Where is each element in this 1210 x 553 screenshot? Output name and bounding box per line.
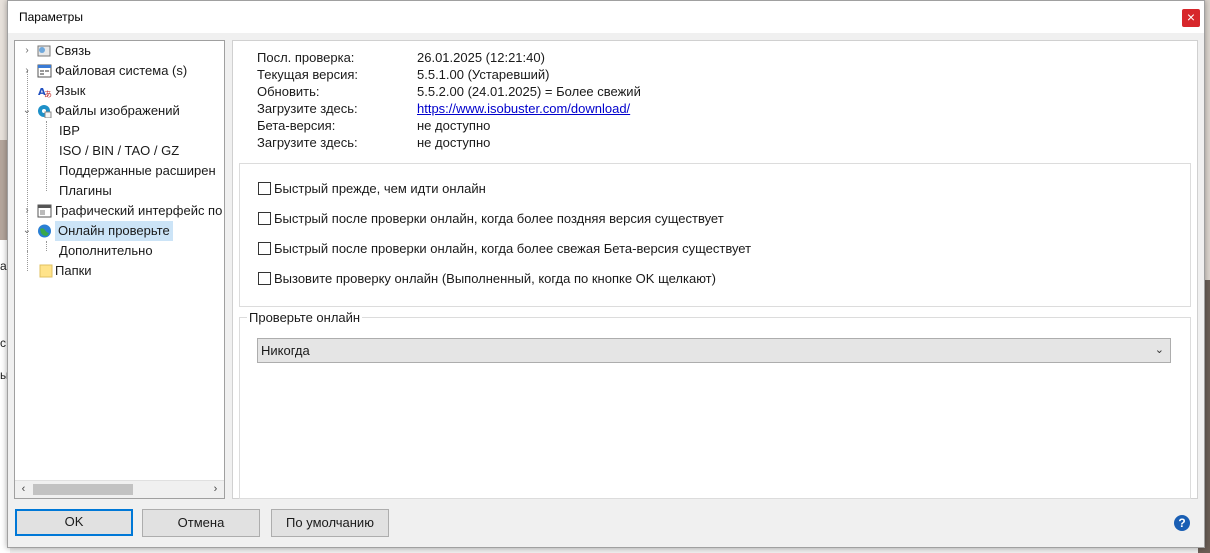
tree-item-label: Связь: [55, 43, 91, 58]
svg-text:あ: あ: [44, 90, 52, 98]
info-value: не доступно: [417, 118, 491, 133]
group-title: Проверьте онлайн: [247, 310, 363, 325]
tree-item-connection[interactable]: › Связь: [15, 41, 224, 61]
tree-item-label: Плагины: [59, 183, 112, 198]
info-value: 5.5.1.00 (Устаревший): [417, 67, 550, 82]
scroll-left-icon[interactable]: ‹: [15, 481, 32, 498]
tree-item-plugins[interactable]: Плагины: [15, 181, 224, 201]
tree-item-image-files[interactable]: ⌄ Файлы изображений: [15, 101, 224, 121]
tree-item-label: Дополнительно: [59, 243, 153, 258]
title-bar: Параметры ×: [8, 1, 1204, 33]
tree-item-language[interactable]: Aあ Язык: [15, 81, 224, 101]
tree-item-iso-bin[interactable]: ISO / BIN / TAO / GZ: [15, 141, 224, 161]
expand-icon[interactable]: ›: [21, 61, 33, 81]
cancel-button[interactable]: Отмена: [142, 509, 260, 537]
help-icon[interactable]: ?: [1174, 515, 1190, 531]
download-link[interactable]: https://www.isobuster.com/download/: [417, 101, 630, 116]
defaults-button[interactable]: По умолчанию: [271, 509, 389, 537]
settings-tree[interactable]: › Связь › Файловая система (s) Aあ Язык ⌄: [14, 40, 225, 499]
tree-item-file-system[interactable]: › Файловая система (s): [15, 61, 224, 81]
info-key: Загрузите здесь:: [257, 135, 358, 150]
option-label: Быстрый после проверки онлайн, когда бол…: [274, 241, 752, 256]
info-key: Загрузите здесь:: [257, 101, 358, 116]
collapse-icon[interactable]: ⌄: [21, 101, 33, 121]
tree-item-supported-extensions[interactable]: Поддержанные расширен: [15, 161, 224, 181]
tree-item-label: ISO / BIN / TAO / GZ: [59, 143, 180, 158]
tree-item-ibp[interactable]: IBP: [15, 121, 224, 141]
tree-item-label: IBP: [59, 123, 80, 138]
chevron-down-icon: ⌄: [1154, 344, 1164, 356]
info-key: Текущая версия:: [257, 67, 358, 82]
option-label: Быстрый после проверки онлайн, когда бол…: [274, 211, 724, 226]
connection-icon: [37, 45, 51, 57]
globe-icon: [38, 224, 51, 238]
tree-item-online-check[interactable]: ⌄ Онлайн проверьте: [15, 221, 224, 241]
tree-item-folders[interactable]: Папки: [15, 261, 224, 281]
tree-item-label: Файловая система (s): [55, 63, 188, 78]
tree-item-label: Язык: [55, 83, 86, 98]
option-label: Быстрый прежде, чем идти онлайн: [274, 181, 486, 196]
tree-item-label: Графический интерфейс по: [55, 203, 223, 218]
notification-options-group: Быстрый прежде, чем идти онлайн Быстрый …: [239, 163, 1191, 307]
tree-item-label: Онлайн проверьте: [55, 221, 173, 241]
background-text: с: [0, 336, 6, 350]
online-check-panel: Посл. проверка: 26.01.2025 (12:21:40) Те…: [232, 40, 1198, 499]
check-frequency-select[interactable]: Никогда ⌄: [257, 338, 1171, 363]
tree-item-gui[interactable]: › Графический интерфейс по: [15, 201, 224, 221]
info-key: Обновить:: [257, 84, 320, 99]
select-value: Никогда: [261, 343, 310, 358]
image-files-icon: [38, 105, 52, 118]
window-title: Параметры: [19, 10, 83, 24]
expand-icon[interactable]: ›: [21, 201, 33, 221]
info-value: не доступно: [417, 135, 491, 150]
checkbox[interactable]: [258, 272, 271, 285]
settings-dialog: Параметры × › Связь › Файловая система (…: [7, 0, 1205, 548]
scroll-right-icon[interactable]: ›: [207, 481, 224, 498]
checkbox[interactable]: [258, 212, 271, 225]
ok-button[interactable]: OK: [15, 509, 133, 536]
collapse-icon[interactable]: ⌄: [21, 221, 33, 241]
folder-icon: [39, 264, 53, 278]
info-key: Посл. проверка:: [257, 50, 355, 65]
checkbox[interactable]: [258, 242, 271, 255]
info-value: 26.01.2025 (12:21:40): [417, 50, 545, 65]
tree-horizontal-scrollbar[interactable]: ‹ ›: [15, 480, 224, 498]
checkbox[interactable]: [258, 182, 271, 195]
tree-item-label: Папки: [55, 263, 92, 278]
tree-item-advanced[interactable]: Дополнительно: [15, 241, 224, 261]
tree-item-label: Файлы изображений: [55, 103, 180, 118]
file-system-icon: [37, 64, 52, 78]
close-button[interactable]: ×: [1182, 9, 1200, 27]
info-key: Бета-версия:: [257, 118, 336, 133]
language-icon: Aあ: [38, 87, 52, 98]
option-label: Вызовите проверку онлайн (Выполненный, к…: [274, 271, 716, 286]
tree-item-label: Поддержанные расширен: [59, 163, 216, 178]
info-value: 5.5.2.00 (24.01.2025) = Более свежий: [417, 84, 641, 99]
check-frequency-group: Проверьте онлайн Никогда ⌄: [239, 310, 1191, 499]
expand-icon[interactable]: ›: [21, 41, 33, 61]
scrollbar-thumb[interactable]: [33, 484, 133, 495]
gui-icon: [37, 204, 52, 218]
